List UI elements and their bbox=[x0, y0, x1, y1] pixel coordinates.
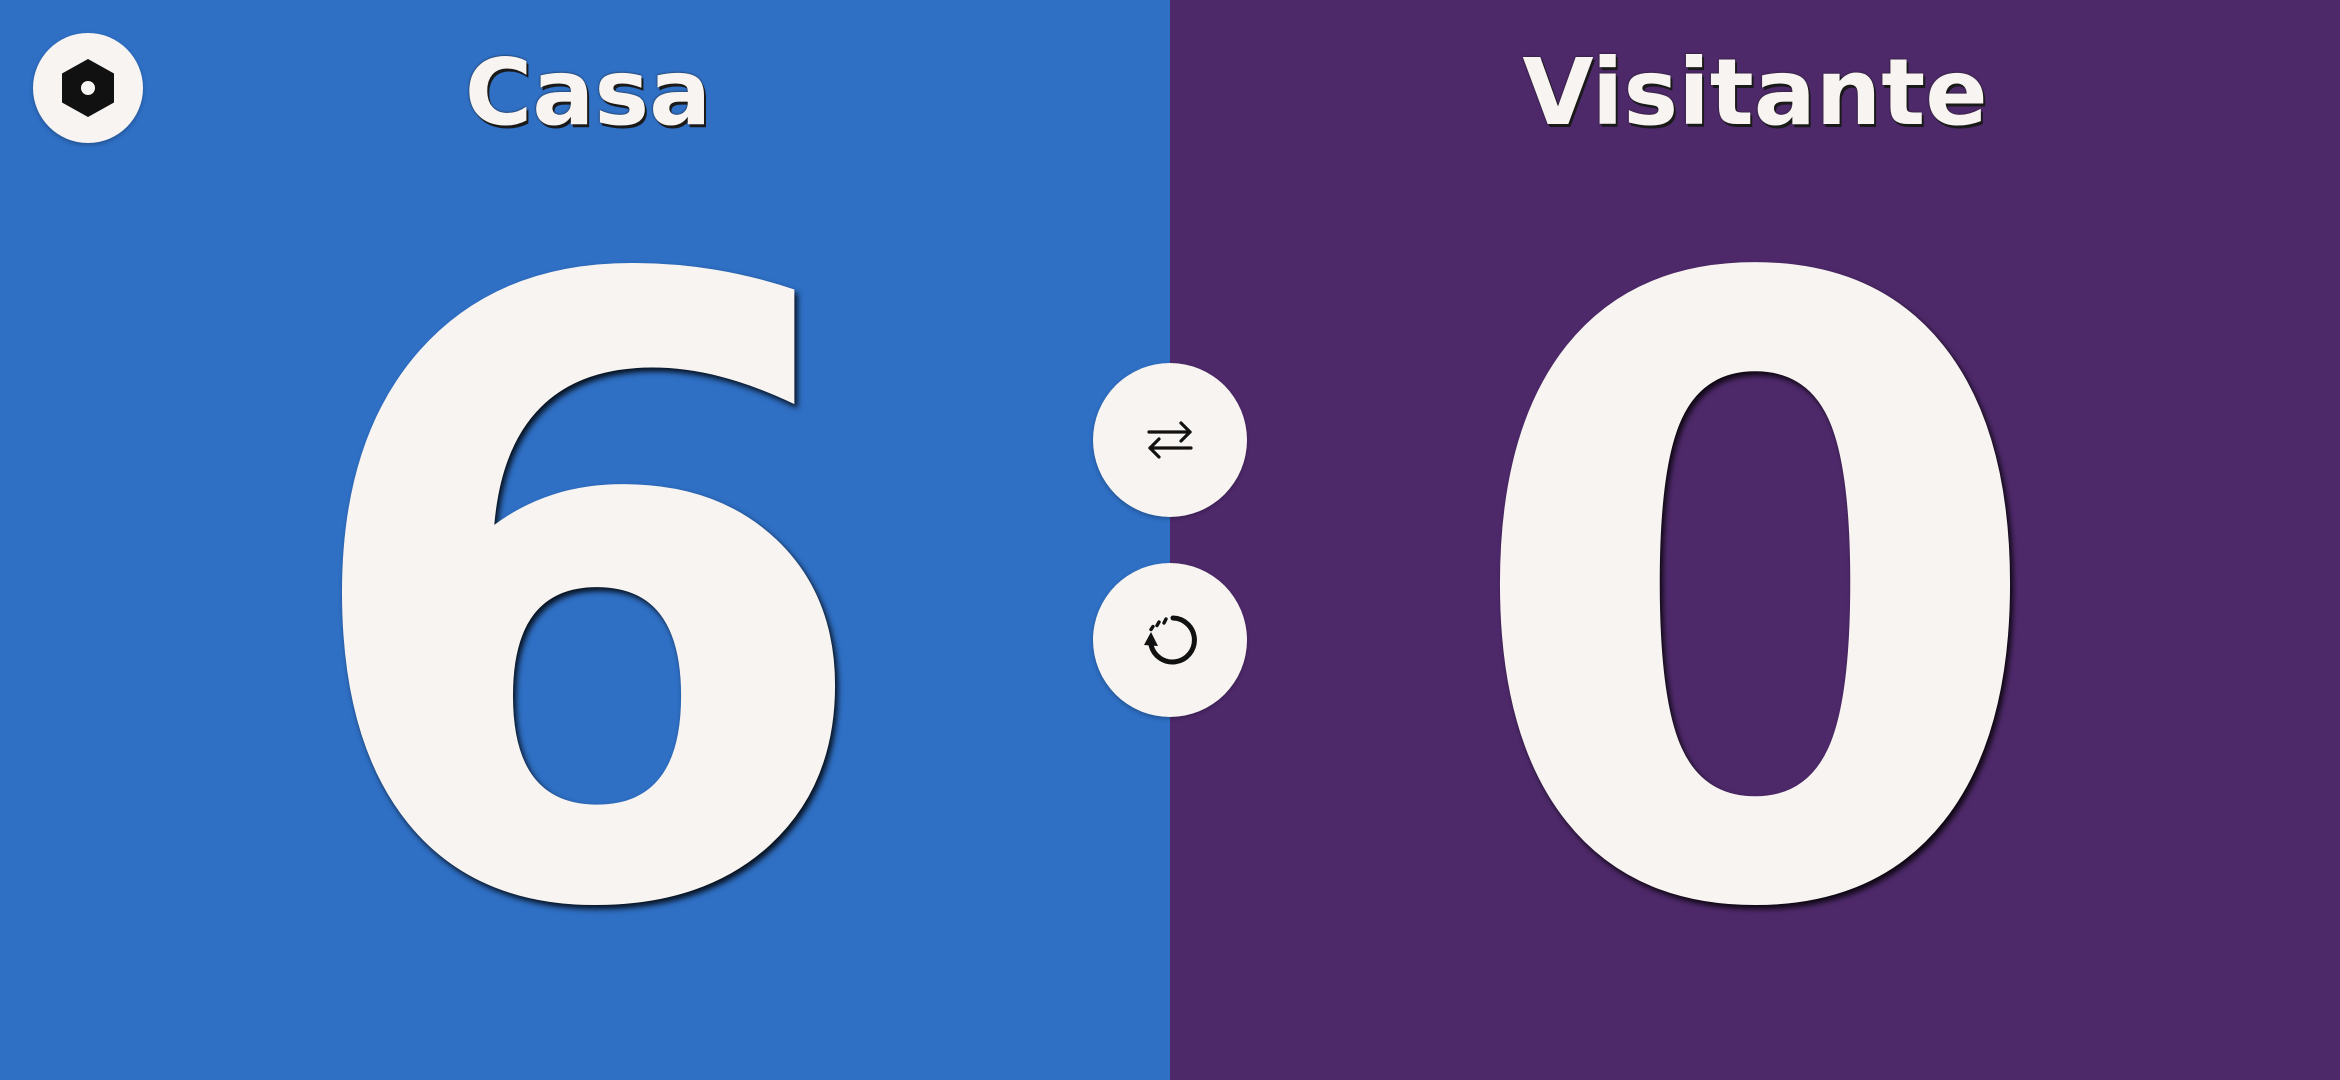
hexagon-settings-icon bbox=[62, 59, 114, 117]
swap-sides-button[interactable] bbox=[1093, 363, 1247, 517]
home-score[interactable]: 6 bbox=[0, 175, 1170, 1025]
settings-button[interactable] bbox=[33, 33, 143, 143]
reset-scores-button[interactable] bbox=[1093, 563, 1247, 717]
swap-arrows-icon bbox=[1147, 421, 1193, 459]
away-team-panel[interactable]: Visitante 0 bbox=[1170, 0, 2340, 1080]
away-score[interactable]: 0 bbox=[1170, 175, 2340, 1025]
home-team-panel[interactable]: Casa 6 bbox=[0, 0, 1170, 1080]
reset-history-icon bbox=[1144, 615, 1197, 665]
scoreboard: Casa 6 Visitante 0 bbox=[0, 0, 2340, 1080]
